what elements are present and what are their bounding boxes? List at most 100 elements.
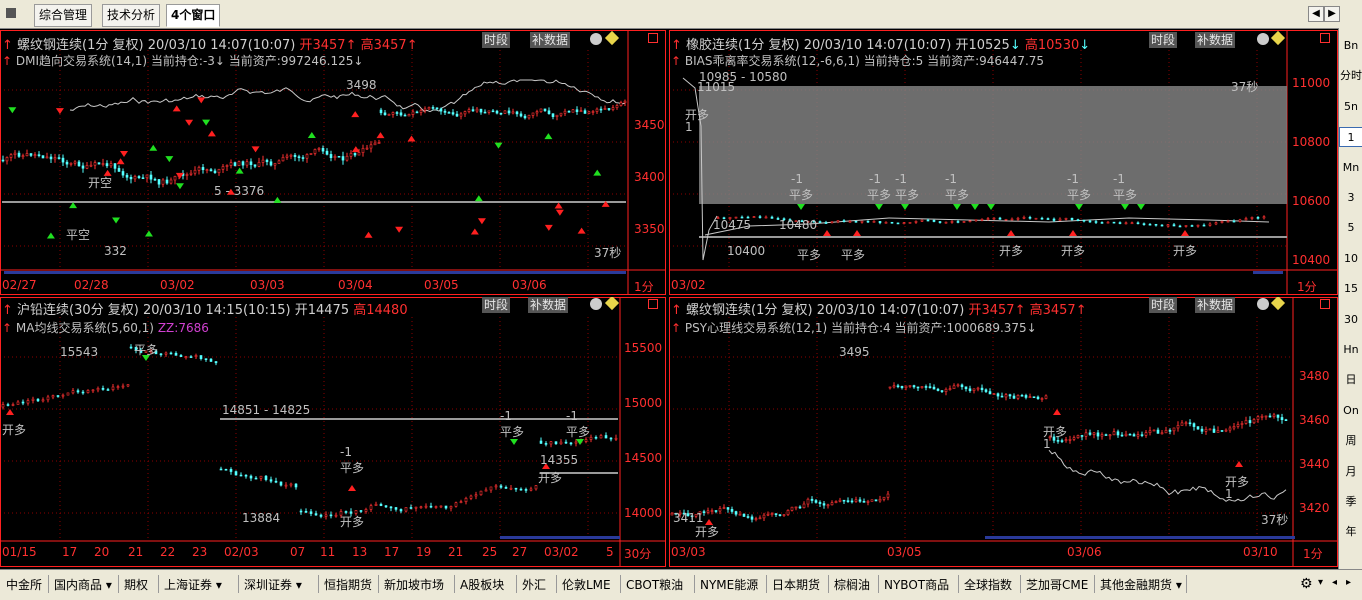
candle-body: [1112, 431, 1116, 436]
period-button-0[interactable]: Bn: [1339, 36, 1362, 56]
candle-body: [161, 179, 165, 185]
period-button[interactable]: 时段: [482, 32, 511, 48]
maximize-icon[interactable]: [648, 299, 658, 309]
market-tab-2[interactable]: 期权: [124, 576, 148, 593]
period-button-12[interactable]: On: [1339, 401, 1362, 421]
fill-data-button[interactable]: 补数据: [528, 297, 569, 313]
tab-comprehensive[interactable]: 综合管理: [34, 4, 93, 27]
fill-data-button[interactable]: 补数据: [1195, 297, 1236, 313]
maximize-icon[interactable]: [1320, 33, 1330, 43]
period-button-4[interactable]: Mn: [1339, 158, 1362, 178]
candle-body: [1152, 429, 1156, 432]
trade-marker-label: -1: [895, 172, 907, 186]
trade-marker-label: -1: [500, 409, 512, 423]
candle-body: [730, 509, 734, 512]
candle-body: [387, 114, 391, 116]
market-tab-3[interactable]: 上海证券 ▾: [164, 576, 222, 593]
candle-body: [101, 387, 105, 390]
market-tab-7[interactable]: A股板块: [460, 576, 504, 593]
period-button-9[interactable]: 30: [1339, 310, 1362, 330]
clock-icon[interactable]: [1257, 298, 1269, 310]
candle-body: [229, 162, 233, 166]
market-tab-10[interactable]: CBOT粮油: [626, 576, 683, 593]
period-button-2[interactable]: 5n: [1339, 97, 1362, 117]
period-button-11[interactable]: 日: [1339, 370, 1362, 390]
candle-body: [515, 111, 519, 115]
candle-body: [1056, 440, 1060, 442]
clock-icon[interactable]: [1257, 33, 1269, 45]
scroll-left-icon[interactable]: ◂: [1332, 577, 1337, 588]
market-tab-4[interactable]: 深圳证券 ▾: [244, 576, 302, 593]
period-button-8[interactable]: 15: [1339, 279, 1362, 299]
tab-four-windows[interactable]: 4个窗口: [166, 4, 221, 27]
market-tab-6[interactable]: 新加坡市场: [384, 576, 444, 593]
candle-body: [992, 393, 996, 395]
trade-marker-label: 平多: [789, 188, 814, 202]
period-button[interactable]: 时段: [1149, 297, 1178, 313]
candle-body: [599, 108, 603, 111]
panel-menu-icon[interactable]: [6, 8, 16, 18]
market-tab-11[interactable]: NYME能源: [700, 576, 758, 593]
candle-body: [29, 153, 33, 156]
fill-data-button[interactable]: 补数据: [530, 32, 571, 48]
period-button-1[interactable]: 分时: [1339, 66, 1362, 86]
scroll-right-icon[interactable]: ▸: [1346, 577, 1351, 588]
period-button-14[interactable]: 月: [1339, 462, 1362, 482]
candle-body: [564, 441, 568, 444]
chart-panel-lead-ma[interactable]: ↑ 沪铅连续(30分 复权) 20/03/10 14:15(10:15) 开14…: [0, 297, 666, 567]
period-button-13[interactable]: 周: [1339, 431, 1362, 451]
candle-body: [495, 110, 499, 114]
fill-data-button[interactable]: 补数据: [1195, 32, 1236, 48]
period-button-5[interactable]: 3: [1339, 188, 1362, 208]
candle-body: [449, 506, 453, 509]
period-button-15[interactable]: 季: [1339, 492, 1362, 512]
tab-scroll-right-icon[interactable]: ▶: [1324, 6, 1340, 22]
chart-panel-rubber-bias[interactable]: ↑ 橡胶连续(1分 复权) 20/03/10 14:07(10:07) 开105…: [669, 30, 1338, 295]
tab-technical-analysis[interactable]: 技术分析: [102, 4, 161, 27]
chart-panel-rebar-dmi[interactable]: ↑ 螺纹钢连续(1分 复权) 20/03/10 14:07(10:07) 开34…: [0, 30, 666, 295]
period-toolbar: Bn 分时 5n 1 Mn 3 5 10 15 30 Hn 日 On 周月季年: [1338, 28, 1362, 569]
market-tab-8[interactable]: 外汇: [522, 576, 546, 593]
settings-gear-icon[interactable]: ⚙: [1300, 576, 1313, 592]
period-button-7[interactable]: 10: [1339, 249, 1362, 269]
period-button-16[interactable]: 年: [1339, 522, 1362, 542]
market-tab-13[interactable]: 棕榈油: [834, 576, 870, 593]
tab-scroll-left-icon[interactable]: ◀: [1308, 6, 1324, 22]
market-tab-16[interactable]: 芝加哥CME: [1026, 576, 1088, 593]
more-dropdown-icon[interactable]: ▾: [1318, 577, 1323, 588]
candle-body: [261, 159, 265, 163]
candle-body: [950, 221, 954, 223]
date-tick: 03/02: [544, 545, 579, 559]
market-tab-5[interactable]: 恒指期货: [324, 576, 372, 593]
period-button-10[interactable]: Hn: [1339, 340, 1362, 360]
tab-separator: [48, 575, 49, 593]
candle-body: [614, 437, 618, 440]
price-tick-10400: 10400: [1292, 253, 1331, 267]
candle-body: [249, 475, 253, 479]
market-tab-0[interactable]: 中金所: [6, 576, 42, 593]
price-tick-15000: 15000: [624, 396, 663, 410]
market-tab-14[interactable]: NYBOT商品: [884, 576, 949, 593]
candle-body: [479, 108, 483, 113]
price-label: 14355: [540, 453, 579, 467]
candle-body: [549, 441, 553, 445]
period-button-6[interactable]: 5: [1339, 218, 1362, 238]
candle-body: [439, 108, 443, 112]
candle-body: [896, 385, 900, 388]
period-button-3[interactable]: 1: [1339, 127, 1362, 148]
market-tab-12[interactable]: 日本期货: [772, 576, 820, 593]
market-tab-1[interactable]: 国内商品 ▾: [54, 576, 112, 593]
maximize-icon[interactable]: [648, 33, 658, 43]
chart-panel-rebar-psy[interactable]: ↑ 螺纹钢连续(1分 复权) 20/03/10 14:07(10:07) 开34…: [669, 297, 1338, 567]
clock-icon[interactable]: [590, 298, 602, 310]
period-button[interactable]: 时段: [1149, 32, 1178, 48]
market-tab-17[interactable]: 其他金融期货 ▾: [1100, 576, 1182, 593]
trade-marker-label: 平多: [566, 425, 591, 439]
market-tab-15[interactable]: 全球指数: [964, 576, 1012, 593]
period-button[interactable]: 时段: [482, 297, 511, 313]
candle-body: [49, 156, 53, 160]
market-tab-9[interactable]: 伦敦LME: [562, 576, 611, 593]
clock-icon[interactable]: [590, 33, 602, 45]
candle-body: [16, 401, 20, 405]
maximize-icon[interactable]: [1320, 299, 1330, 309]
